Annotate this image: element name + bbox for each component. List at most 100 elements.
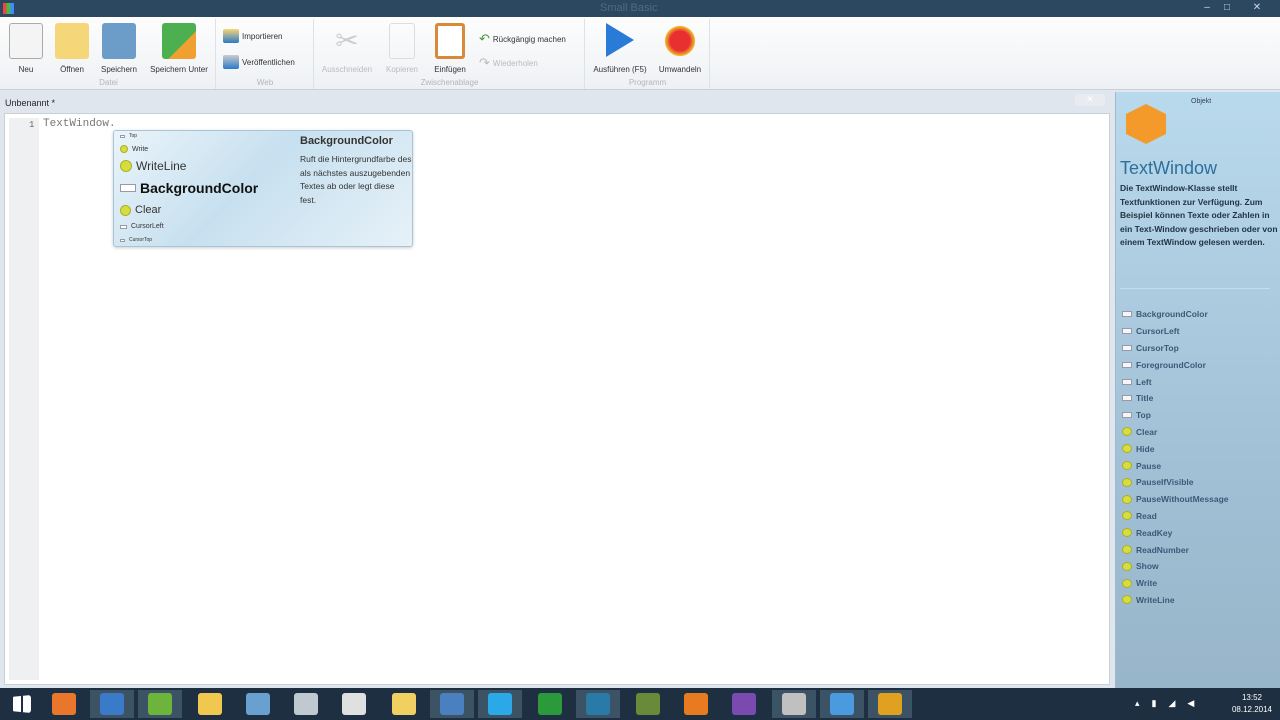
taskbar-explorer[interactable] bbox=[188, 690, 232, 718]
network-signal-icon[interactable]: ◢ bbox=[1168, 698, 1175, 709]
group-label: Programm bbox=[628, 78, 667, 87]
taskbar-firefox[interactable] bbox=[42, 690, 86, 718]
property-icon bbox=[1122, 395, 1132, 402]
minecraft-icon bbox=[636, 693, 660, 715]
divider bbox=[1120, 288, 1270, 289]
completion-item[interactable]: Top bbox=[120, 133, 137, 139]
member-item[interactable]: Title bbox=[1122, 390, 1229, 407]
group-web: Importieren Veröffentlichen Web bbox=[217, 19, 314, 89]
clock[interactable]: 13:52 08.12.2014 bbox=[1232, 692, 1272, 716]
member-item[interactable]: ReadNumber bbox=[1122, 541, 1229, 558]
taskbar-visual-studio-blend[interactable] bbox=[576, 690, 620, 718]
item-label: WriteLine bbox=[136, 159, 187, 173]
method-icon bbox=[120, 204, 131, 216]
taskbar-spotify[interactable] bbox=[138, 690, 182, 718]
completion-item[interactable]: WriteLine bbox=[120, 159, 186, 173]
open-button[interactable]: Öffnen bbox=[50, 23, 94, 74]
run-button[interactable]: Ausführen (F5) bbox=[588, 23, 652, 74]
play-icon bbox=[606, 23, 634, 57]
save-as-button[interactable]: Speichern Unter bbox=[144, 23, 214, 74]
copy-label: Kopieren bbox=[385, 65, 419, 74]
document-tab[interactable]: Unbenannt * bbox=[5, 98, 55, 108]
title-bar: Small Basic – □ ✕ bbox=[0, 0, 1280, 17]
copy-button[interactable]: Kopieren bbox=[379, 23, 425, 74]
import-button[interactable]: Importieren bbox=[223, 29, 282, 43]
property-icon bbox=[1122, 412, 1132, 419]
completion-item[interactable]: CursorLeft bbox=[120, 223, 164, 230]
member-item[interactable]: Top bbox=[1122, 407, 1229, 424]
close-document-button[interactable]: ✕ bbox=[1075, 94, 1105, 106]
taskbar-remote-desktop[interactable] bbox=[236, 690, 280, 718]
member-name: Pause bbox=[1136, 460, 1162, 471]
member-item[interactable]: PauseIfVisible bbox=[1122, 474, 1229, 491]
import-label: Importieren bbox=[242, 31, 283, 41]
taskbar-visual-studio[interactable] bbox=[722, 690, 766, 718]
taskbar-tools[interactable] bbox=[772, 690, 816, 718]
taskbar-xbox[interactable] bbox=[528, 690, 572, 718]
taskbar-outlook[interactable] bbox=[90, 690, 134, 718]
explorer-icon bbox=[198, 693, 222, 715]
member-name: Left bbox=[1136, 376, 1152, 387]
taskbar-small-basic[interactable] bbox=[820, 690, 864, 718]
member-item[interactable]: Show bbox=[1122, 558, 1229, 575]
cut-button[interactable]: ✂ Ausschneiden bbox=[317, 23, 377, 74]
taskbar-headphones[interactable] bbox=[868, 690, 912, 718]
convert-button[interactable]: Umwandeln bbox=[654, 23, 706, 74]
paste-label: Einfügen bbox=[434, 65, 466, 74]
completion-item-selected[interactable]: BackgroundColor bbox=[120, 180, 258, 196]
member-item[interactable]: Write bbox=[1122, 575, 1229, 592]
minimize-button[interactable]: – bbox=[1200, 2, 1214, 14]
convert-icon bbox=[663, 23, 697, 59]
member-item[interactable]: WriteLine bbox=[1122, 592, 1229, 609]
property-icon bbox=[120, 134, 125, 138]
publish-button[interactable]: Veröffentlichen bbox=[223, 55, 295, 69]
taskbar-start[interactable] bbox=[0, 690, 44, 718]
member-item[interactable]: PauseWithoutMessage bbox=[1122, 491, 1229, 508]
member-item[interactable]: Clear bbox=[1122, 424, 1229, 441]
completion-item[interactable]: Write bbox=[120, 145, 148, 153]
save-as-icon bbox=[162, 23, 196, 59]
taskbar-blender[interactable] bbox=[674, 690, 718, 718]
method-icon bbox=[1122, 578, 1132, 588]
completion-item[interactable]: CursorTop bbox=[120, 237, 152, 243]
redo-icon: ↷ bbox=[479, 55, 490, 70]
volume-icon[interactable]: ◀ bbox=[1187, 698, 1194, 709]
member-name: ReadNumber bbox=[1136, 544, 1189, 555]
taskbar-skype[interactable] bbox=[478, 690, 522, 718]
new-button[interactable]: Neu bbox=[6, 23, 46, 74]
paste-button[interactable]: Einfügen bbox=[427, 23, 473, 74]
blender-icon bbox=[684, 693, 708, 715]
member-item[interactable]: Hide bbox=[1122, 440, 1229, 457]
copy-icon bbox=[389, 23, 415, 59]
item-label: BackgroundColor bbox=[140, 180, 259, 196]
undo-button[interactable]: ↶ Rückgängig machen bbox=[479, 31, 566, 47]
taskbar-game-controller[interactable] bbox=[332, 690, 376, 718]
member-name: Show bbox=[1136, 561, 1159, 572]
group-label: Zwischenablage bbox=[420, 78, 479, 87]
item-label: Write bbox=[132, 145, 149, 153]
redo-button[interactable]: ↷ Wiederholen bbox=[479, 55, 538, 71]
member-item[interactable]: Pause bbox=[1122, 457, 1229, 474]
maximize-button[interactable]: □ bbox=[1220, 2, 1234, 14]
show-hidden-icons-icon[interactable]: ▴ bbox=[1135, 698, 1140, 709]
taskbar-folder-sync[interactable] bbox=[382, 690, 426, 718]
app-icon bbox=[3, 3, 14, 14]
member-item[interactable]: Read bbox=[1122, 508, 1229, 525]
start-icon bbox=[13, 695, 31, 713]
completion-item[interactable]: Clear bbox=[120, 204, 161, 216]
taskbar-printer[interactable] bbox=[284, 690, 328, 718]
member-item[interactable]: Left bbox=[1122, 373, 1229, 390]
member-item[interactable]: CursorTop bbox=[1122, 340, 1229, 357]
taskbar-network[interactable] bbox=[430, 690, 474, 718]
member-item[interactable]: BackgroundColor bbox=[1122, 306, 1229, 323]
action-center-icon[interactable]: ▮ bbox=[1152, 698, 1157, 709]
save-button[interactable]: Speichern bbox=[96, 23, 142, 74]
member-item[interactable]: CursorLeft bbox=[1122, 323, 1229, 340]
close-button[interactable]: ✕ bbox=[1250, 2, 1264, 14]
member-item[interactable]: ForegroundColor bbox=[1122, 356, 1229, 373]
code-line[interactable]: TextWindow. bbox=[43, 118, 116, 130]
publish-icon bbox=[223, 55, 239, 69]
taskbar-minecraft[interactable] bbox=[626, 690, 670, 718]
property-icon bbox=[1122, 328, 1132, 335]
member-item[interactable]: ReadKey bbox=[1122, 524, 1229, 541]
